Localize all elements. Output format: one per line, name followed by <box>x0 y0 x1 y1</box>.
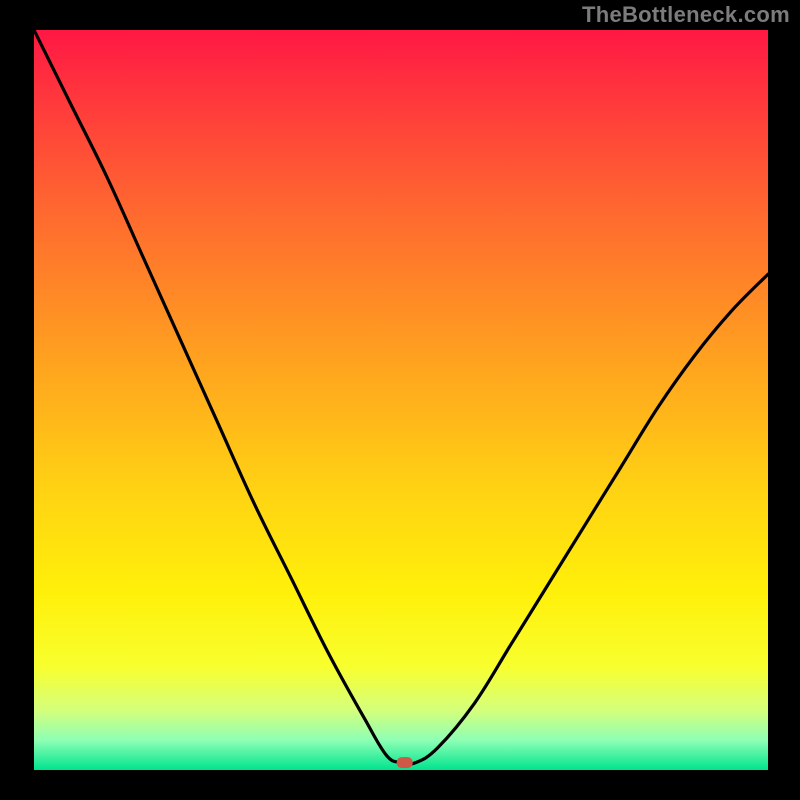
chart-frame: TheBottleneck.com <box>0 0 800 800</box>
bottleneck-curve-plot <box>34 30 768 770</box>
bottleneck-marker <box>397 757 413 768</box>
plot-background <box>34 30 768 770</box>
watermark-text: TheBottleneck.com <box>582 2 790 28</box>
